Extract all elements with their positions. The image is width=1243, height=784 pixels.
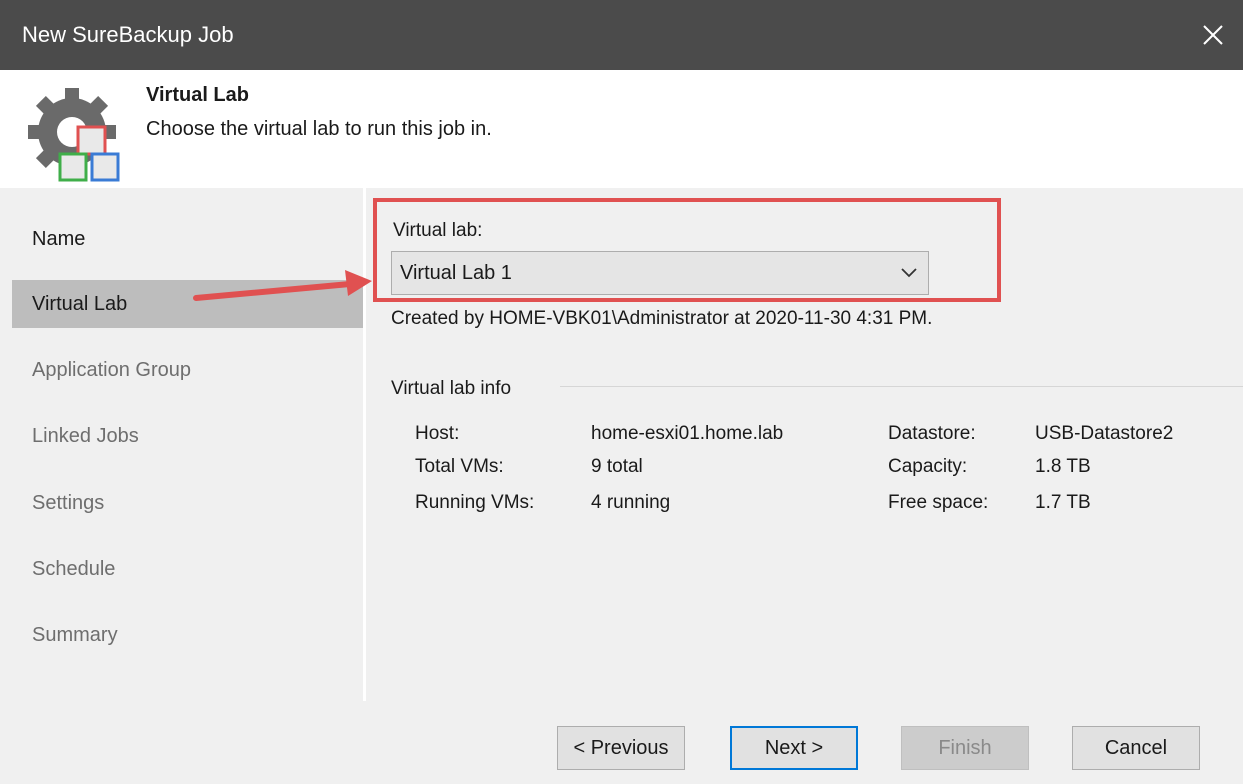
- free-space-label: Free space:: [888, 492, 989, 513]
- virtual-lab-label: Virtual lab:: [393, 220, 483, 241]
- host-label: Host:: [415, 423, 460, 444]
- previous-button[interactable]: < Previous: [557, 726, 685, 770]
- close-icon[interactable]: [1183, 0, 1243, 70]
- sidebar-item-name[interactable]: Name: [12, 215, 363, 263]
- info-group-title: Virtual lab info: [391, 378, 512, 399]
- next-button[interactable]: Next >: [730, 726, 858, 770]
- host-value: home-esxi01.home.lab: [591, 423, 784, 444]
- virtual-lab-dropdown[interactable]: Virtual Lab 1: [391, 251, 929, 295]
- running-vms-label: Running VMs:: [415, 492, 535, 513]
- virtual-lab-selected-value: Virtual Lab 1: [400, 262, 512, 284]
- sidebar-item-virtual-lab[interactable]: Virtual Lab: [12, 280, 363, 328]
- total-vms-label: Total VMs:: [415, 456, 504, 477]
- step-title: Virtual Lab: [146, 84, 249, 106]
- sidebar-item-linked-jobs[interactable]: Linked Jobs: [12, 412, 363, 460]
- sidebar-item-application-group[interactable]: Application Group: [12, 346, 363, 394]
- datastore-label: Datastore:: [888, 423, 976, 444]
- window-title: New SureBackup Job: [22, 22, 234, 47]
- capacity-value: 1.8 TB: [1035, 456, 1091, 477]
- chevron-down-icon: [900, 266, 918, 280]
- datastore-value: USB-Datastore2: [1035, 423, 1174, 444]
- sidebar-item-summary[interactable]: Summary: [12, 611, 363, 659]
- sidebar-item-schedule[interactable]: Schedule: [12, 545, 363, 593]
- free-space-value: 1.7 TB: [1035, 492, 1091, 513]
- title-bar: New SureBackup Job: [0, 0, 1243, 70]
- info-group-rule: [560, 386, 1243, 387]
- gear-with-boxes-icon: [20, 82, 130, 192]
- capacity-label: Capacity:: [888, 456, 968, 477]
- cancel-button[interactable]: Cancel: [1072, 726, 1200, 770]
- finish-button[interactable]: Finish: [901, 726, 1029, 770]
- total-vms-value: 9 total: [591, 456, 643, 477]
- running-vms-value: 4 running: [591, 492, 671, 513]
- wizard-header: Virtual Lab Choose the virtual lab to ru…: [0, 70, 1243, 188]
- step-description: Choose the virtual lab to run this job i…: [146, 118, 492, 140]
- created-by-text: Created by HOME-VBK01\Administrator at 2…: [391, 308, 933, 329]
- sidebar-item-settings[interactable]: Settings: [12, 479, 363, 527]
